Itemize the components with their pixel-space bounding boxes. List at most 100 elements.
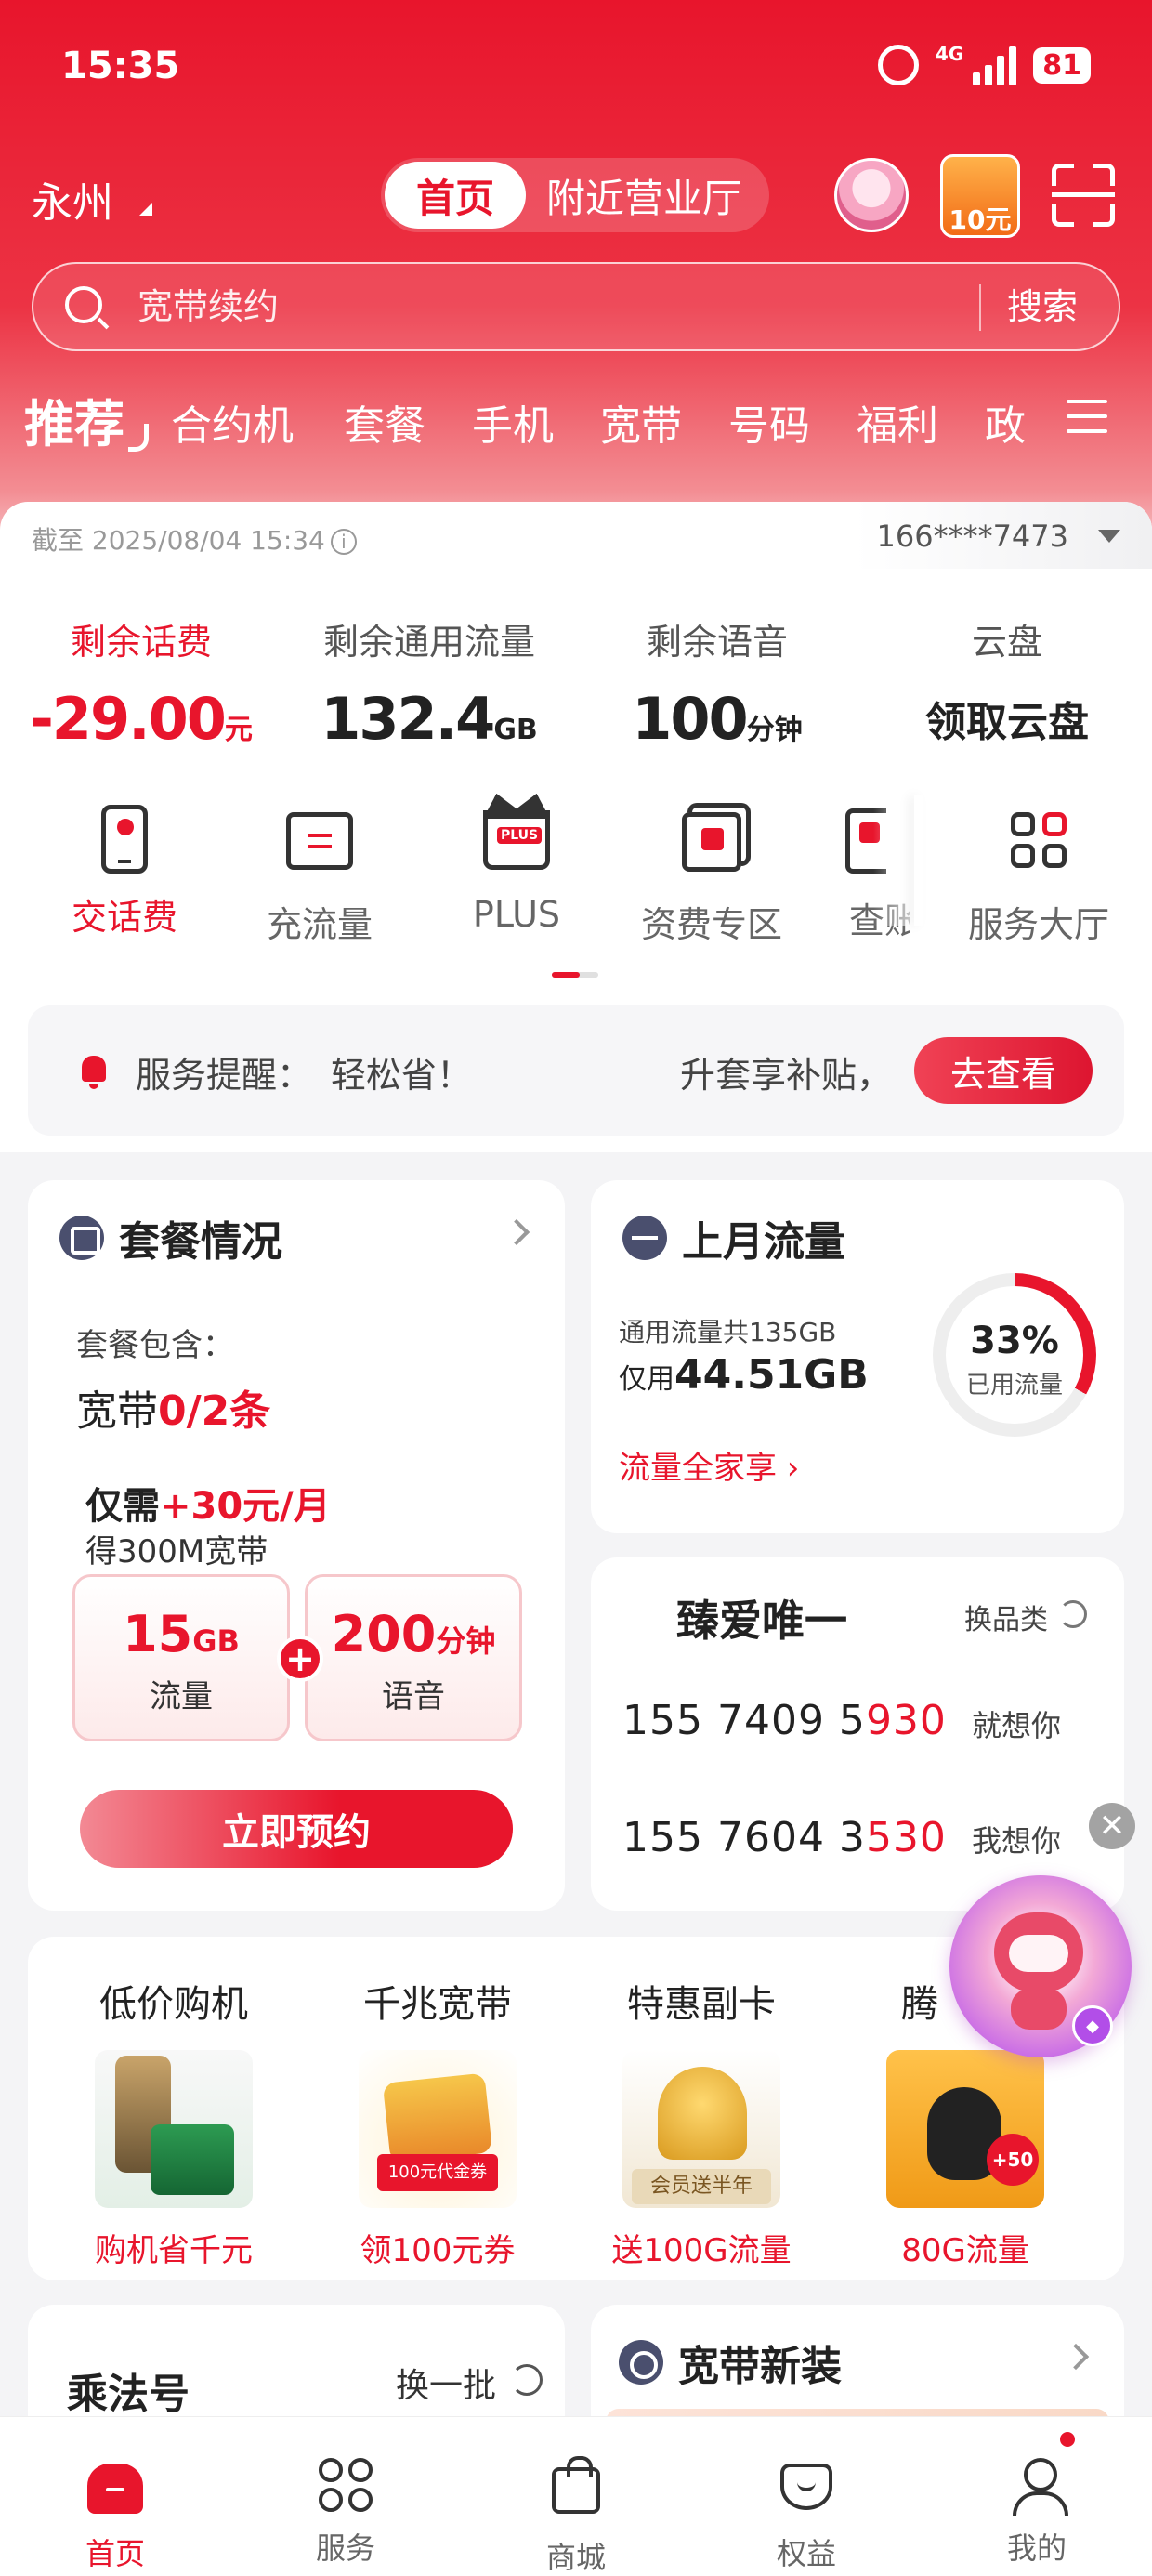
service-notice[interactable]: 服务提醒： 轻松省！ 升套享补贴， 去查看 (28, 1005, 1124, 1136)
nav-home[interactable]: 首页 (41, 2458, 190, 2573)
nav-profile[interactable]: 我的 (962, 2458, 1111, 2568)
usage-percent: 33% (970, 1320, 1059, 1362)
search-button[interactable]: 搜索 (1007, 264, 1078, 349)
data-total: 通用流量共135GB (619, 1317, 837, 1347)
reserve-button[interactable]: 立即预约 (80, 1790, 513, 1868)
category-tabs: 推荐 合约机 套餐 手机 宽带 号码 福利 政 (0, 383, 1152, 467)
mascot-avatar-icon[interactable] (834, 158, 909, 232)
notification-dot (1057, 2429, 1078, 2450)
last-month-data-card[interactable]: 上月流量 通用流量共135GB 仅用44.51GB 流量全家享 › 33% 已用… (591, 1180, 1124, 1533)
package-price-sub: 得300M宽带 (85, 1533, 268, 1571)
alarm-icon (877, 45, 919, 85)
promo-item-phone[interactable]: 低价购机 购机省千元 (39, 1937, 308, 2270)
promo-item-broadband[interactable]: 千兆宽带 领100元券 (303, 1937, 572, 2270)
category-item[interactable]: 套餐 (344, 392, 425, 452)
quick-data-topup[interactable]: 充流量 (227, 805, 412, 947)
package-voice-box: 200分钟 语音 (305, 1574, 522, 1741)
category-item[interactable]: 号码 (728, 392, 810, 452)
tab-nearby-stores[interactable]: 附近营业厅 (546, 158, 741, 232)
stat-balance[interactable]: 剩余话费 -29.00元 (2, 613, 281, 753)
page-indicator (552, 972, 598, 978)
package-icon (59, 1216, 104, 1260)
category-item[interactable]: 宽带 (600, 392, 682, 452)
account-timestamp: 截至 2025/08/04 15:34 i (32, 520, 357, 558)
phone-promo-image (95, 2050, 253, 2208)
home-icon (87, 2464, 143, 2514)
quick-tariff[interactable]: 资费专区 (619, 805, 805, 947)
search-divider (979, 284, 981, 331)
menu-icon[interactable] (1067, 400, 1107, 444)
service-icon (319, 2458, 373, 2512)
lucky-number-tag: 就想你 (972, 1708, 1062, 1743)
stat-cloud[interactable]: 云盘 领取云盘 (868, 613, 1146, 748)
info-icon[interactable]: i (330, 529, 357, 555)
user-icon (1011, 2458, 1068, 2516)
promo-item-sim[interactable]: 特惠副卡 送100G流量 (567, 1937, 836, 2270)
coupon-label: 10元 (949, 204, 1012, 235)
search-icon (65, 286, 102, 323)
broadband-coupon-image (359, 2050, 517, 2208)
phone-bill-icon (101, 805, 148, 874)
package-card[interactable]: 套餐情况 套餐包含： 宽带0/2条 仅需+30元/月 得300M宽带 15GB … (28, 1180, 565, 1911)
family-data-link[interactable]: 流量全家享 › (619, 1442, 799, 1488)
dropdown-icon (1098, 530, 1120, 543)
nav-benefits[interactable]: 权益 (732, 2458, 881, 2573)
nav-mall[interactable]: 商城 (502, 2456, 650, 2576)
category-item[interactable]: 手机 (472, 392, 554, 452)
swap-batch-button[interactable]: 换一批 (396, 2359, 496, 2407)
chevron-right-icon[interactable] (1062, 2343, 1090, 2371)
notice-label: 服务提醒： (136, 1055, 313, 1096)
category-active-hook (128, 424, 149, 452)
lucky-number[interactable]: 155 7604 3530 (622, 1814, 947, 1861)
status-icons: 4G 81 (877, 43, 1091, 85)
quick-service-hall[interactable]: 服务大厅 (946, 805, 1132, 947)
usage-ring: 33% 已用流量 (933, 1273, 1096, 1437)
search-bar[interactable]: 宽带续约 搜索 (32, 262, 1120, 351)
data-used: 仅用44.51GB (619, 1351, 869, 1399)
category-item[interactable]: 福利 (857, 392, 938, 452)
swap-category-button[interactable]: 换品类 (964, 1597, 1048, 1637)
shopping-bag-icon (552, 2456, 600, 2514)
plus-icon: + (277, 1636, 323, 1682)
stat-voice[interactable]: 剩余语音 100分钟 (578, 613, 857, 753)
qq-data-image (886, 2050, 1044, 2208)
mascot-float-button[interactable]: ◆ (949, 1875, 1132, 2057)
phone-selector[interactable]: 166****7473 (855, 502, 1152, 569)
category-item[interactable]: 政 (985, 392, 1041, 452)
search-input[interactable]: 宽带续约 (137, 264, 279, 349)
data-card-title: 上月流量 (622, 1208, 845, 1268)
stat-data[interactable]: 剩余通用流量 132.4GB (290, 613, 569, 753)
lucky-number-card[interactable]: 臻爱唯一 换品类 155 7409 5930 就想你 155 7604 3530… (591, 1557, 1124, 1911)
category-item[interactable]: 合约机 (171, 392, 294, 452)
top-tabs: 首页 附近营业厅 (381, 158, 769, 232)
quick-pay-bill[interactable]: 交话费 (32, 805, 217, 940)
chevron-right-icon[interactable] (503, 1218, 530, 1246)
bell-icon (82, 1056, 106, 1089)
package-title: 套餐情况 (59, 1208, 282, 1268)
network-type: 4G (935, 43, 964, 65)
refresh-icon[interactable] (1059, 1600, 1087, 1628)
notice-right-text: 升套享补贴， (680, 1055, 893, 1096)
city-selector[interactable]: 永州 (32, 169, 113, 229)
pulse-icon (622, 1216, 667, 1260)
broadband-new-title: 宽带新装 (619, 2333, 842, 2392)
view-button[interactable]: 去查看 (914, 1037, 1093, 1104)
tariff-icon (682, 812, 741, 872)
scan-icon[interactable] (1052, 164, 1115, 227)
close-icon[interactable]: ✕ (1089, 1803, 1135, 1849)
broadband-icon (619, 2340, 663, 2385)
plus-crown-icon: PLUS (483, 810, 550, 870)
category-recommend[interactable]: 推荐 (24, 383, 124, 456)
status-time: 15:35 (61, 45, 180, 87)
nav-service[interactable]: 服务 (271, 2458, 420, 2568)
sound-icon: ◆ (1072, 2005, 1113, 2046)
tab-home[interactable]: 首页 (385, 162, 526, 229)
status-bar: 15:35 4G 81 (61, 41, 1091, 97)
quick-plus[interactable]: PLUS PLUS (424, 805, 609, 935)
refresh-icon[interactable] (511, 2364, 543, 2396)
phone-number: 166****7473 (876, 519, 1068, 554)
lucky-number[interactable]: 155 7409 5930 (622, 1697, 947, 1744)
coupon-button[interactable]: 10元 (940, 154, 1020, 238)
scroll-shadow (914, 795, 923, 926)
data-topup-icon (286, 812, 353, 870)
